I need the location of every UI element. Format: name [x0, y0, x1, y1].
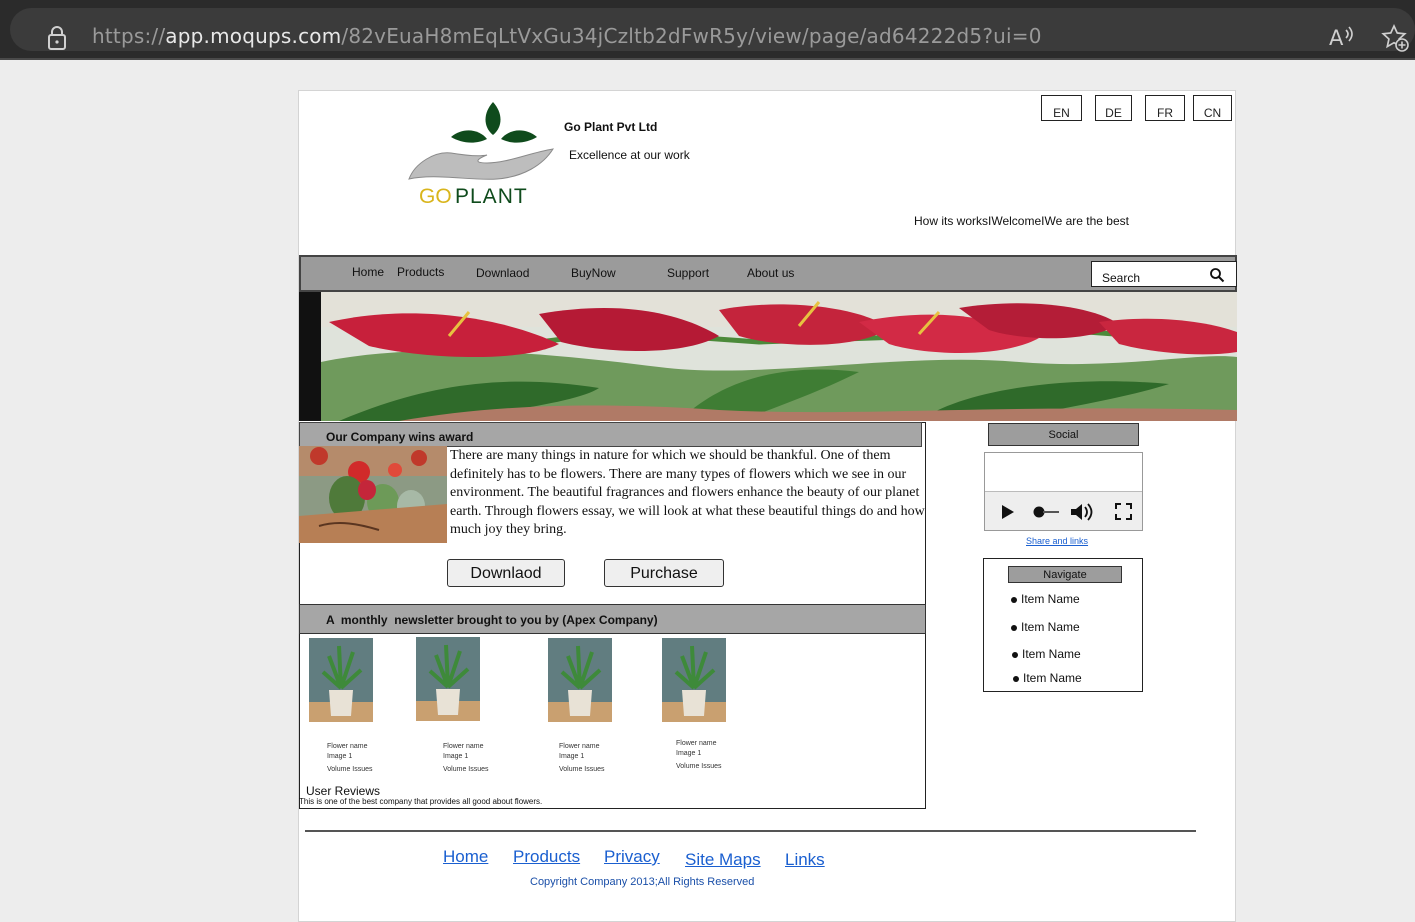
copyright-text: Copyright Company 2013;All Rights Reserv…: [530, 876, 755, 888]
favorites-add-icon[interactable]: [1380, 23, 1410, 53]
plant-image-3: [548, 638, 612, 722]
company-name: Go Plant Pvt Ltd: [564, 120, 658, 134]
user-reviews-text: This is one of the best company that pro…: [299, 797, 543, 806]
footer-link-site-maps[interactable]: Site Maps: [685, 850, 761, 870]
footer-link-home[interactable]: Home: [443, 847, 488, 867]
lang-button-en[interactable]: EN: [1041, 95, 1082, 121]
plant-caption-1: Flower name Image 1 Volume Issues: [327, 743, 373, 773]
lock-icon[interactable]: [48, 26, 66, 50]
nav-home[interactable]: Home: [352, 265, 384, 279]
read-aloud-icon[interactable]: A: [1328, 24, 1354, 50]
fullscreen-icon[interactable]: [1115, 503, 1132, 520]
navigate-panel: Navigate Item Name Item Name Item Name I…: [983, 558, 1143, 692]
nav-about-us[interactable]: About us: [747, 266, 794, 280]
plant-image-2: [416, 637, 480, 721]
social-button[interactable]: Social: [988, 423, 1139, 446]
user-reviews-title: User Reviews: [306, 784, 381, 798]
award-header: Our Company wins award: [299, 422, 922, 447]
navigate-item[interactable]: Item Name: [1011, 620, 1080, 634]
browser-toolbar: https://app.moqups.com/82vEuaH8mEqLtVxGu…: [0, 0, 1415, 60]
logo-plant-text: PLANT: [455, 185, 528, 208]
award-paragraph: There are many things in nature for whic…: [450, 448, 925, 537]
navigate-item[interactable]: Item Name: [1011, 592, 1080, 606]
volume-icon[interactable]: [1069, 502, 1093, 522]
plant-caption-3: Flower name Image 1 Volume Issues: [559, 743, 605, 773]
navigate-header: Navigate: [1008, 566, 1122, 583]
search-icon[interactable]: [1209, 267, 1225, 283]
lang-button-de[interactable]: DE: [1095, 95, 1132, 121]
search-input[interactable]: Search: [1091, 261, 1237, 287]
nav-products[interactable]: Products: [397, 265, 444, 279]
svg-text:A: A: [1329, 26, 1344, 50]
footer-link-privacy[interactable]: Privacy: [604, 847, 660, 867]
newsletter-header: A monthly newsletter brought to you by (…: [299, 604, 926, 634]
hero-banner-image: [299, 292, 1237, 421]
cactus-image: [299, 446, 447, 543]
purchase-button[interactable]: Purchase: [604, 559, 724, 587]
video-player[interactable]: [984, 452, 1143, 531]
mockup-page: GO PLANT Go Plant Pvt Ltd Excellence at …: [298, 90, 1237, 922]
logo-go-text: GO: [419, 185, 452, 208]
nav-download[interactable]: Downlaod: [476, 266, 529, 280]
navigate-item[interactable]: Item Name: [1013, 671, 1082, 685]
seek-slider[interactable]: [1033, 506, 1061, 518]
tagline: Excellence at our work: [569, 148, 690, 162]
search-label: Search: [1102, 271, 1141, 285]
share-and-links-link[interactable]: Share and links: [1026, 536, 1088, 546]
navigate-item[interactable]: Item Name: [1012, 647, 1081, 661]
lang-button-cn[interactable]: CN: [1193, 95, 1232, 121]
plant-image-4: [662, 638, 726, 722]
address-bar[interactable]: https://app.moqups.com/82vEuaH8mEqLtVxGu…: [10, 8, 1415, 53]
url-text[interactable]: https://app.moqups.com/82vEuaH8mEqLtVxGu…: [92, 24, 1042, 48]
plant-caption-4: Flower name Image 1 Volume Issues: [676, 740, 722, 770]
plant-image-1: [309, 638, 373, 722]
main-navbar: Home Products Downlaod BuyNow Support Ab…: [299, 255, 1237, 292]
header-top-links[interactable]: How its worksIWelcomeIWe are the best: [914, 214, 1129, 228]
newsletter-title: A monthly newsletter brought to you by (…: [326, 613, 658, 627]
award-title: Our Company wins award: [326, 430, 474, 444]
footer-divider: [305, 830, 1196, 832]
download-button[interactable]: Downlaod: [447, 559, 565, 587]
nav-support[interactable]: Support: [667, 266, 709, 280]
footer-link-links[interactable]: Links: [785, 850, 825, 870]
footer-link-products[interactable]: Products: [513, 847, 580, 867]
plant-caption-2: Flower name Image 1 Volume Issues: [443, 743, 489, 773]
goplant-logo: GO PLANT: [408, 102, 555, 208]
lang-button-fr[interactable]: FR: [1145, 95, 1185, 121]
video-controls: [985, 491, 1142, 530]
play-icon[interactable]: [1001, 504, 1015, 520]
nav-buynow[interactable]: BuyNow: [571, 266, 616, 280]
